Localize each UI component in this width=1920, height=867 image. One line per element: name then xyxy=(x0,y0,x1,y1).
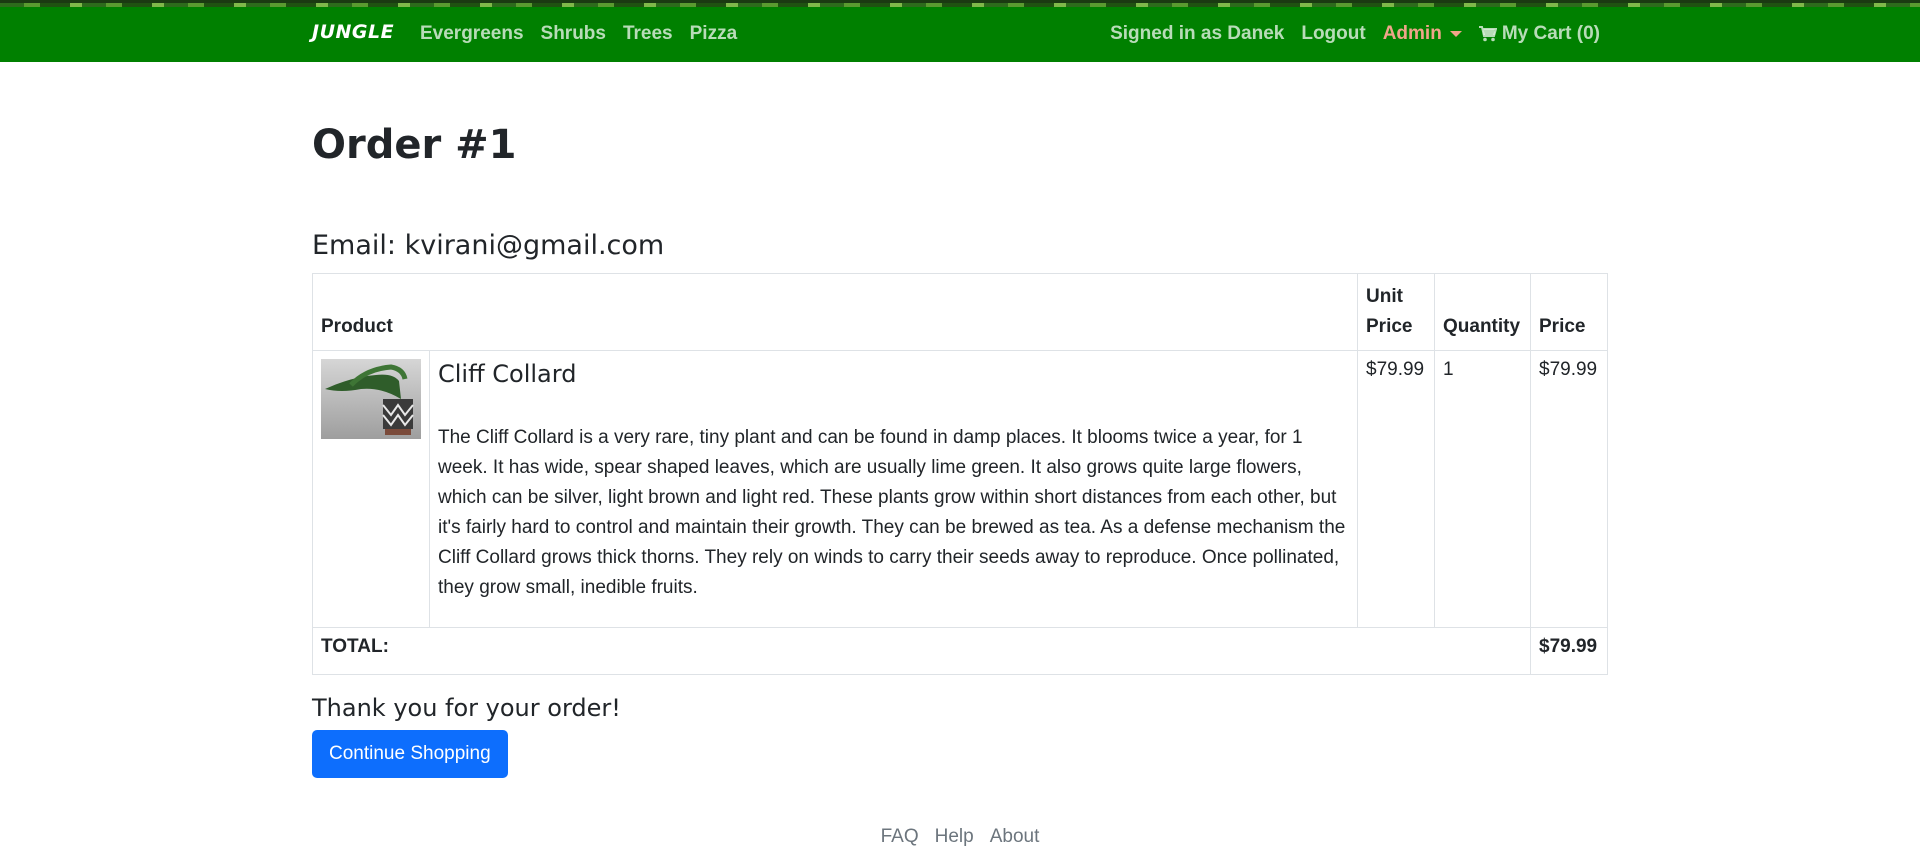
total-value: $79.99 xyxy=(1530,627,1608,675)
unit-price-cell: $79.99 xyxy=(1357,350,1435,628)
order-email: Email: kvirani@gmail.com xyxy=(312,230,665,261)
footer: FAQ Help About xyxy=(0,826,1920,848)
order-table: Product Unit Price Quantity Price Cliff … xyxy=(312,273,1608,675)
table-header-row: Product Unit Price Quantity Price xyxy=(312,273,1608,351)
logout-link[interactable]: Logout xyxy=(1301,23,1365,45)
product-description: The Cliff Collard is a very rare, tiny p… xyxy=(438,427,1346,598)
cart-label: My Cart (0) xyxy=(1501,23,1600,44)
table-row: Cliff Collard The Cliff Collard is a ver… xyxy=(312,350,1608,628)
footer-link-faq[interactable]: FAQ xyxy=(881,826,919,848)
shopping-cart-icon xyxy=(1478,26,1497,42)
nav-item-evergreens[interactable]: Evergreens xyxy=(420,23,524,45)
category-nav: Evergreens Shrubs Trees Pizza xyxy=(420,23,737,45)
footer-links: FAQ Help About xyxy=(881,826,1040,848)
nav-item-shrubs[interactable]: Shrubs xyxy=(541,23,606,45)
user-nav: Signed in as Danek Logout Admin My Cart … xyxy=(1110,23,1600,45)
total-label: TOTAL: xyxy=(312,627,1531,675)
quantity-cell: 1 xyxy=(1434,350,1531,628)
page-title: Order #1 xyxy=(312,122,517,168)
price-cell: $79.99 xyxy=(1530,350,1608,628)
product-image-cell xyxy=(312,350,430,628)
admin-label: Admin xyxy=(1382,23,1442,44)
caret-down-icon xyxy=(1449,31,1462,37)
brand-logo[interactable]: JUNGLE xyxy=(312,21,394,43)
nav-item-pizza[interactable]: Pizza xyxy=(690,23,738,45)
product-details-cell: Cliff Collard The Cliff Collard is a ver… xyxy=(429,350,1358,628)
product-image xyxy=(321,359,421,439)
header-unit-price: Unit Price xyxy=(1357,273,1435,351)
header-product: Product xyxy=(312,273,1358,351)
signed-in-user: Signed in as Danek xyxy=(1110,23,1285,44)
product-name[interactable]: Cliff Collard xyxy=(438,359,1349,389)
header-quantity: Quantity xyxy=(1434,273,1531,351)
footer-link-help[interactable]: Help xyxy=(935,826,974,848)
my-cart-link[interactable]: My Cart (0) xyxy=(1478,23,1600,45)
total-row: TOTAL: $79.99 xyxy=(312,627,1608,675)
thank-you-message: Thank you for your order! xyxy=(312,694,621,722)
continue-shopping-button[interactable]: Continue Shopping xyxy=(312,730,508,778)
navbar-inner: JUNGLE Evergreens Shrubs Trees Pizza Sig… xyxy=(312,3,1608,65)
admin-dropdown[interactable]: Admin xyxy=(1383,23,1462,45)
footer-link-about[interactable]: About xyxy=(990,826,1040,848)
nav-item-trees[interactable]: Trees xyxy=(623,23,673,45)
navbar: JUNGLE Evergreens Shrubs Trees Pizza Sig… xyxy=(0,0,1920,62)
header-price: Price xyxy=(1530,273,1608,351)
